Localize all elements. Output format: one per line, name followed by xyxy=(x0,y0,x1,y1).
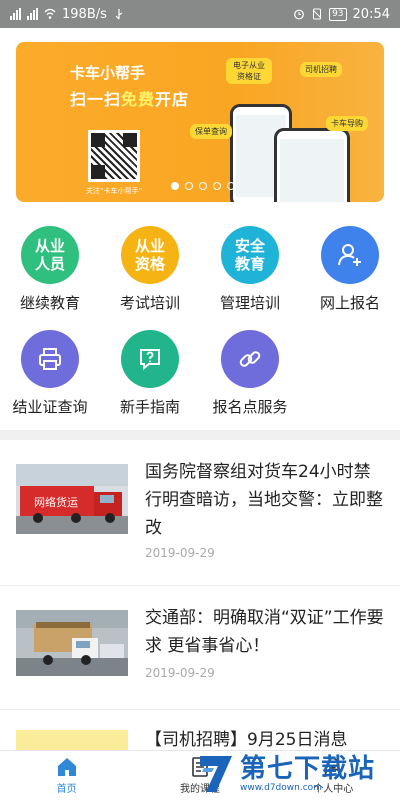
grid-item-management-training[interactable]: 安全 教育 管理培训 xyxy=(200,226,300,313)
news-thumbnail xyxy=(16,610,128,676)
news-title: 交通部：明确取消“双证”工作要求 更省事省心！ xyxy=(145,608,384,656)
news-item[interactable]: 【司机招聘】9月25日消息 xyxy=(0,710,400,750)
grid-icon: 安全 教育 xyxy=(221,226,279,284)
usb-icon xyxy=(115,9,123,20)
svg-text:网络货运: 网络货运 xyxy=(34,495,78,509)
grid-label: 新手指南 xyxy=(119,398,180,416)
banner-bubble: 司机招聘 xyxy=(300,62,342,77)
promo-banner[interactable]: 卡车小帮手 扫一扫免费开店 关注“卡车小帮手” 电子从业资格证 司机招聘 保单查… xyxy=(16,42,384,202)
add-user-icon xyxy=(321,226,379,284)
grid-item-registration-point[interactable]: 报名点服务 xyxy=(200,330,300,417)
alarm-icon xyxy=(294,9,304,20)
network-speed: 198B/s xyxy=(62,6,107,22)
carousel-dot[interactable] xyxy=(171,182,179,190)
watermark-text: 第七下载站 xyxy=(240,754,376,784)
home-icon xyxy=(57,758,76,776)
news-thumbnail: 网络货运 xyxy=(16,464,128,534)
tab-label: 首页 xyxy=(56,784,77,795)
tab-home[interactable]: 首页 xyxy=(0,751,133,800)
link-icon xyxy=(221,330,279,388)
grid-item-exam-training[interactable]: 从业 资格 考试培训 xyxy=(100,226,200,313)
news-item[interactable]: 网络货运 国务院督察组对货车24小时禁行明查暗访，当地交警：立即整改 2019-… xyxy=(0,440,400,586)
phone-illustration-2 xyxy=(274,128,350,202)
carousel-dots[interactable] xyxy=(171,182,235,190)
grid-label: 报名点服务 xyxy=(212,398,288,416)
grid-item-continuing-education[interactable]: 从业 人员 继续教育 xyxy=(0,226,100,313)
grid-item-online-registration[interactable]: 网上报名 xyxy=(300,226,400,313)
qr-caption: 关注“卡车小帮手” xyxy=(86,187,143,195)
news-item[interactable]: 交通部：明确取消“双证”工作要求 更省事省心！ 2019-09-29 xyxy=(0,586,400,710)
grid-label: 继续教育 xyxy=(19,294,80,312)
status-bar: 198B/s 93 20:54 xyxy=(0,0,400,28)
question-icon xyxy=(121,330,179,388)
news-title: 国务院督察组对货车24小时禁行明查暗访，当地交警：立即整改 xyxy=(145,462,383,538)
no-sim-icon xyxy=(312,8,322,20)
banner-bubble: 卡车导购 xyxy=(326,116,368,131)
banner-title: 卡车小帮手 xyxy=(70,64,146,82)
wifi-icon xyxy=(44,8,56,19)
banner-bubble: 电子从业资格证 xyxy=(226,58,272,84)
watermark-logo-icon xyxy=(200,756,232,792)
carousel-dot[interactable] xyxy=(185,182,193,190)
grid-label: 管理培训 xyxy=(219,294,280,312)
news-thumbnail xyxy=(16,730,128,750)
qr-code xyxy=(88,130,140,182)
grid-icon: 从业 资格 xyxy=(121,226,179,284)
clock: 20:54 xyxy=(352,6,390,22)
grid-item-beginner-guide[interactable]: 新手指南 xyxy=(100,330,200,417)
news-date: 2019-09-29 xyxy=(145,546,215,560)
battery-indicator: 93 xyxy=(329,7,347,21)
watermark-url: www.d7down.com xyxy=(240,783,322,793)
carousel-dot[interactable] xyxy=(213,182,221,190)
site-watermark: 第七下载站 www.d7down.com xyxy=(196,748,396,800)
printer-icon xyxy=(21,330,79,388)
carousel-dot[interactable] xyxy=(199,182,207,190)
signal-icon xyxy=(10,8,21,20)
banner-subtitle: 扫一扫免费开店 xyxy=(70,90,190,109)
signal-icon-2 xyxy=(27,8,38,20)
section-divider xyxy=(0,430,400,440)
carousel-dot[interactable] xyxy=(227,182,235,190)
grid-item-certificate-query[interactable]: 结业证查询 xyxy=(0,330,100,417)
news-date: 2019-09-29 xyxy=(145,666,215,680)
grid-label: 结业证查询 xyxy=(12,398,88,416)
grid-icon: 从业 人员 xyxy=(21,226,79,284)
grid-label: 考试培训 xyxy=(119,294,180,312)
banner-bubble: 保单查询 xyxy=(190,124,232,139)
grid-label: 网上报名 xyxy=(319,294,380,312)
